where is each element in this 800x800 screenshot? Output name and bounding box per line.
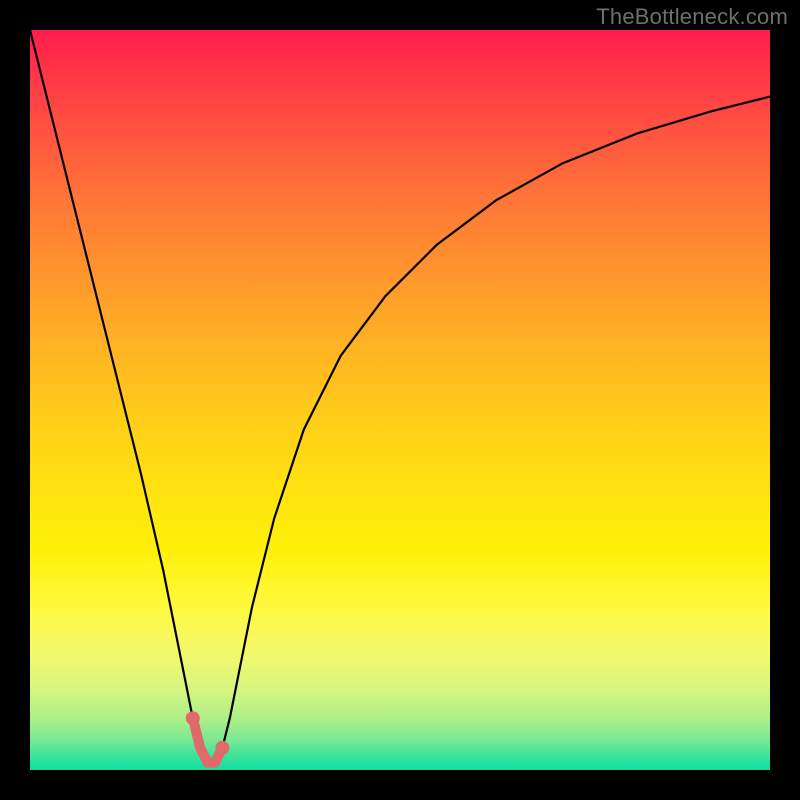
watermark-text: TheBottleneck.com — [596, 4, 788, 30]
highlight-dot — [186, 711, 200, 725]
outer-frame: TheBottleneck.com — [0, 0, 800, 800]
bottleneck-curve — [30, 30, 770, 763]
highlight-dot — [215, 741, 229, 755]
optimal-range-highlight — [193, 718, 223, 762]
plot-area — [30, 30, 770, 770]
chart-svg — [30, 30, 770, 770]
